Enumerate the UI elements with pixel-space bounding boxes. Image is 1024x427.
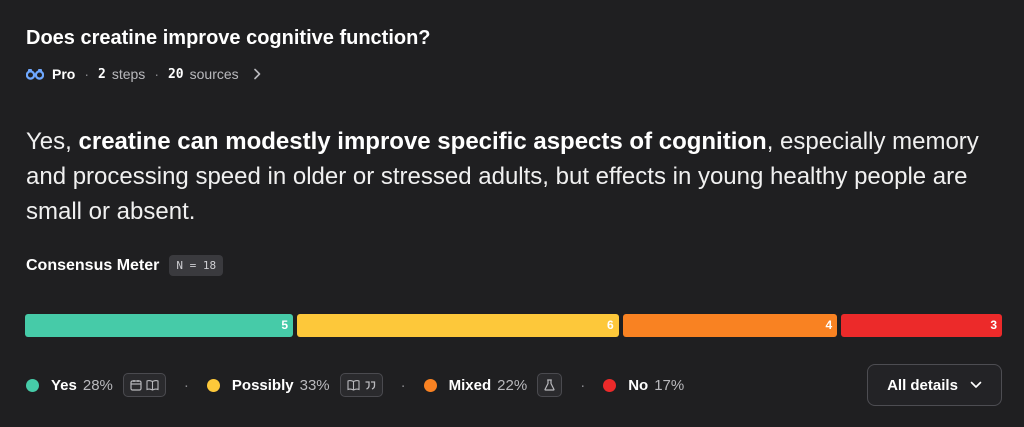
separator: · — [154, 66, 159, 82]
all-details-button[interactable]: All details — [867, 364, 1002, 406]
calendar-icon — [130, 379, 142, 391]
legend-percent-yes: 28% — [82, 376, 113, 394]
flask-icon — [544, 379, 555, 391]
meter-count-no: 3 — [990, 318, 997, 332]
possibly-study-types-badge[interactable] — [339, 373, 383, 397]
legend-percent-mixed: 22% — [497, 376, 528, 394]
steps-label: steps — [111, 66, 146, 82]
consensus-title: Consensus Meter — [26, 256, 160, 274]
legend-label-no: No — [628, 376, 649, 394]
consensus-meter: 5 6 4 3 — [25, 314, 1002, 337]
sample-size-badge: N = 18 — [169, 255, 224, 276]
book-icon — [347, 379, 360, 391]
legend-percent-no: 17% — [654, 376, 685, 394]
consensus-legend: Yes 28% · Possibly 33% · Mixed 22% · No … — [26, 373, 694, 397]
chevron-right-icon[interactable] — [253, 68, 261, 80]
meter-segment-yes: 5 — [25, 314, 294, 337]
sources-label: sources — [189, 66, 239, 82]
meter-segment-mixed: 4 — [622, 314, 838, 337]
mode-label: Pro — [52, 66, 76, 82]
sources-count: 20 — [167, 66, 184, 82]
meter-count-yes: 5 — [281, 318, 289, 332]
answer-text: Yes, creatine can modestly improve speci… — [26, 124, 1016, 229]
steps-count: 2 — [98, 66, 106, 82]
meter-count-mixed: 4 — [825, 318, 833, 332]
legend-label-yes: Yes — [51, 376, 77, 394]
legend-percent-possibly: 33% — [299, 376, 330, 394]
all-details-label: All details — [887, 376, 958, 394]
book-icon — [146, 379, 159, 391]
separator: · — [183, 376, 189, 394]
legend-label-mixed: Mixed — [448, 376, 492, 394]
yes-dot-icon — [26, 378, 39, 392]
consensus-header: Consensus Meter N = 18 — [26, 255, 224, 276]
question-title: Does creatine improve cognitive function… — [26, 27, 431, 49]
separator: · — [400, 376, 406, 394]
meter-count-possibly: 6 — [607, 318, 614, 332]
possibly-dot-icon — [206, 378, 220, 392]
separator: · — [580, 376, 586, 394]
yes-study-types-badge[interactable] — [122, 373, 166, 397]
meter-segment-no: 3 — [841, 314, 1002, 337]
separator: · — [84, 66, 90, 82]
mixed-dot-icon — [423, 378, 437, 392]
answer-prefix: Yes, — [26, 128, 79, 155]
answer-meta[interactable]: Pro · 2 steps · 20 sources — [26, 66, 261, 82]
meter-segment-possibly: 6 — [297, 314, 619, 337]
binoculars-icon — [26, 67, 44, 81]
chevron-down-icon — [970, 381, 982, 389]
no-dot-icon — [603, 378, 617, 392]
mixed-study-types-badge[interactable] — [537, 373, 563, 397]
quote-icon — [364, 379, 376, 391]
legend-label-possibly: Possibly — [231, 376, 294, 394]
answer-bold: creatine can modestly improve specific a… — [78, 128, 767, 155]
